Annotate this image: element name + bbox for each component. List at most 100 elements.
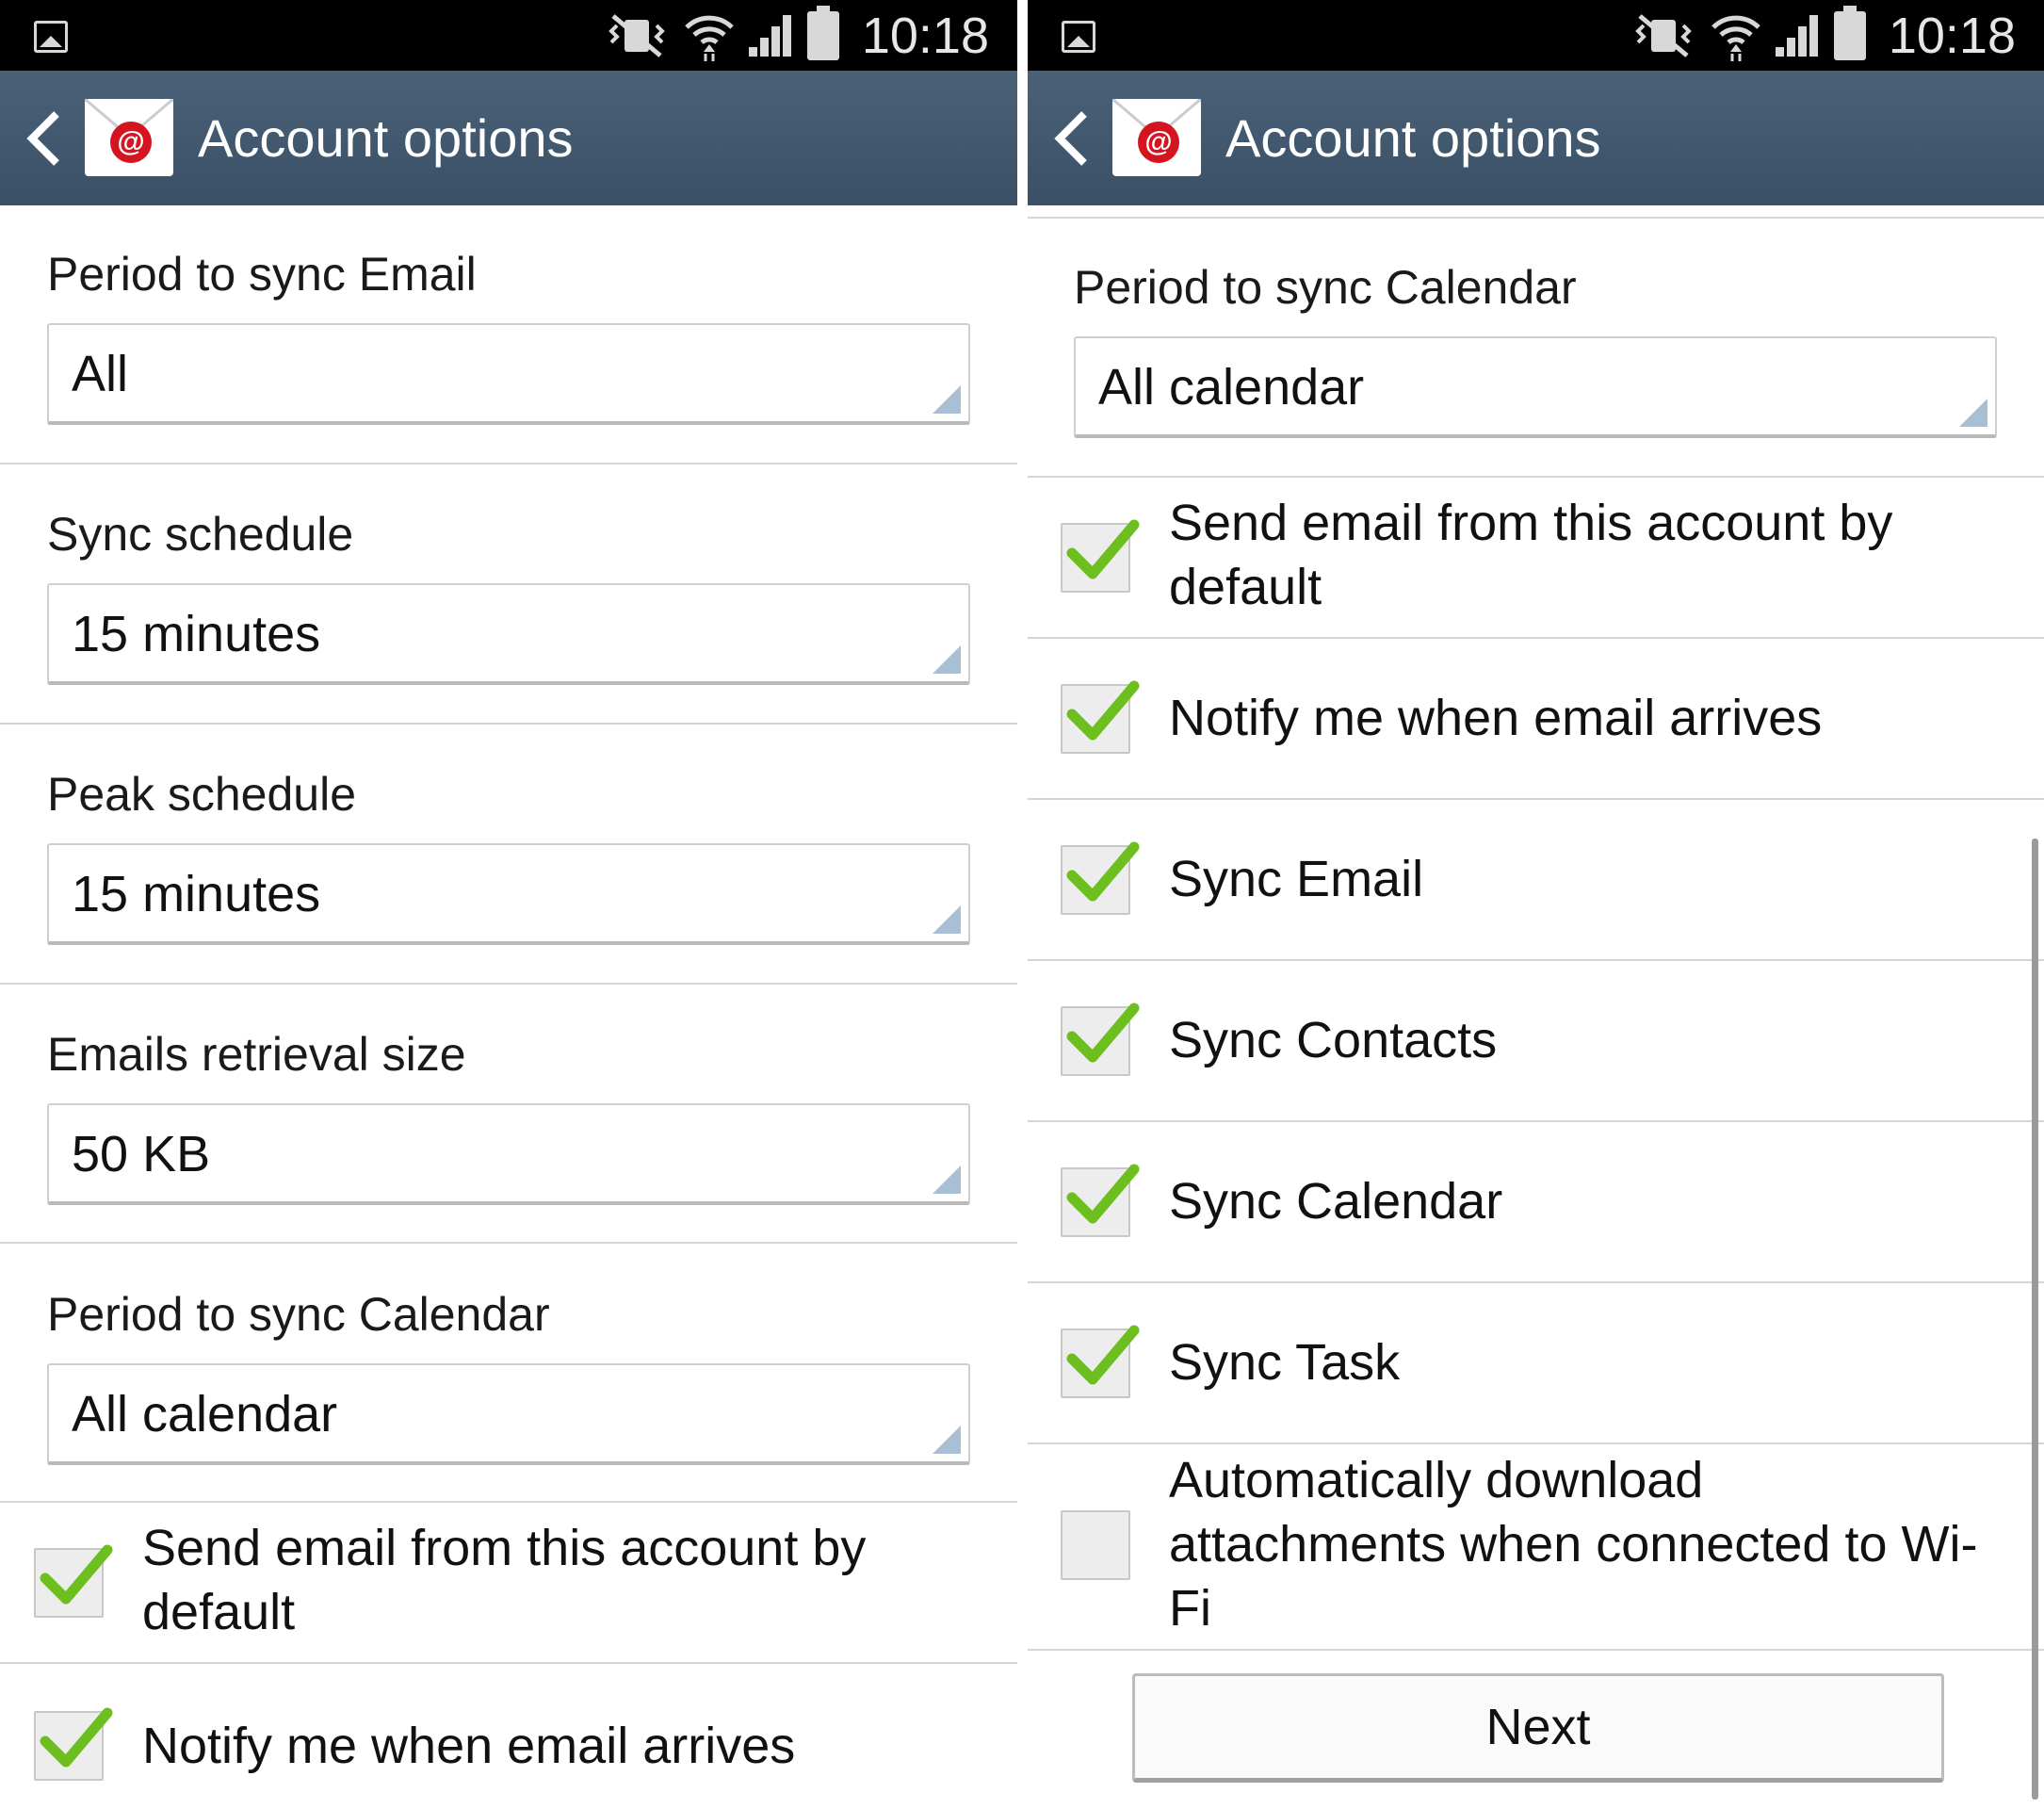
- sync-calendar-period-dropdown[interactable]: All calendar: [47, 1363, 970, 1465]
- label-line: Fi: [1169, 1580, 1211, 1637]
- email-app-icon: @: [1112, 99, 1201, 176]
- retrieval-size-label: Emails retrieval size: [47, 1028, 466, 1081]
- sync-contacts-label: Sync Contacts: [1169, 1012, 1498, 1068]
- app-header: @ Account options: [1028, 71, 2044, 205]
- sync-task-row[interactable]: Sync Task: [1028, 1283, 2044, 1443]
- checkmark-icon: [1066, 680, 1140, 741]
- status-icons: 10:18: [604, 6, 989, 64]
- send-default-row[interactable]: Send email from this account by default: [1028, 478, 2044, 638]
- back-chevron-icon[interactable]: [21, 110, 68, 167]
- dropdown-value: 15 minutes: [72, 866, 321, 922]
- sync-calendar-period-label: Period to sync Calendar: [1074, 261, 1577, 314]
- sync-schedule-dropdown[interactable]: 15 minutes: [47, 583, 970, 685]
- sync-calendar-label: Sync Calendar: [1169, 1173, 1503, 1230]
- divider: [0, 983, 1017, 985]
- send-default-row[interactable]: Send email from this account by default: [0, 1503, 1017, 1663]
- label-line: default: [142, 1584, 296, 1640]
- divider: [1028, 1649, 2044, 1651]
- label-line: default: [1169, 559, 1322, 615]
- sync-email-row[interactable]: Sync Email: [1028, 800, 2044, 960]
- vibrate-mute-icon: [1635, 14, 1692, 57]
- status-bar: 10:18: [1028, 0, 2044, 71]
- screen-right: 10:18 @ Account options Period to sync C…: [1028, 0, 2044, 1809]
- notify-label: Notify me when email arrives: [142, 1718, 796, 1774]
- back-chevron-icon[interactable]: [1048, 110, 1095, 167]
- divider: [0, 1242, 1017, 1244]
- divider: [1028, 217, 2044, 219]
- sync-email-label: Sync Email: [1169, 851, 1424, 907]
- status-bar: 10:18: [0, 0, 1017, 71]
- email-app-icon: @: [85, 99, 173, 176]
- notify-checkbox[interactable]: [1061, 680, 1140, 754]
- sync-schedule-label: Sync schedule: [47, 508, 354, 561]
- scrollbar[interactable]: [2032, 839, 2038, 1800]
- picture-notification-icon: [34, 21, 68, 53]
- auto-download-checkbox[interactable]: [1061, 1510, 1130, 1580]
- checkmark-icon: [1066, 1002, 1140, 1063]
- dropdown-value: All calendar: [72, 1386, 338, 1442]
- picture-notification-icon: [1062, 21, 1095, 53]
- peak-schedule-label: Peak schedule: [47, 768, 357, 821]
- screens: 10:18 @ Account options Period to sync E…: [0, 0, 2044, 1809]
- page-title: Account options: [198, 108, 574, 168]
- checkmark-icon: [1066, 1164, 1140, 1224]
- label-line: Send email from this account by: [1169, 495, 1893, 551]
- auto-download-label: Automatically download attachments when …: [1169, 1448, 1977, 1640]
- notify-checkbox[interactable]: [34, 1707, 113, 1781]
- notify-label: Notify me when email arrives: [1169, 690, 1823, 746]
- send-default-checkbox[interactable]: [34, 1544, 113, 1618]
- label-line: Send email from this account by: [142, 1520, 867, 1576]
- notify-row[interactable]: Notify me when email arrives: [0, 1664, 1017, 1809]
- vibrate-mute-icon: [608, 14, 665, 57]
- next-button[interactable]: Next: [1132, 1673, 1944, 1783]
- divider: [0, 723, 1017, 725]
- status-time: 10:18: [1888, 8, 2016, 64]
- sync-email-period-label: Period to sync Email: [47, 248, 477, 301]
- sync-email-checkbox[interactable]: [1061, 841, 1140, 915]
- dropdown-value: All: [72, 346, 129, 402]
- divider: [0, 463, 1017, 464]
- peak-schedule-dropdown[interactable]: 15 minutes: [47, 843, 970, 945]
- dropdown-value: All calendar: [1098, 359, 1365, 416]
- sync-task-label: Sync Task: [1169, 1334, 1401, 1391]
- checkmark-icon: [40, 1707, 113, 1768]
- wifi-icon: [685, 15, 734, 61]
- send-default-checkbox[interactable]: [1061, 519, 1140, 593]
- sync-calendar-period-label: Period to sync Calendar: [47, 1288, 550, 1341]
- sync-email-period-dropdown[interactable]: All: [47, 323, 970, 425]
- send-default-label: Send email from this account by default: [142, 1516, 866, 1644]
- checkmark-icon: [40, 1544, 113, 1605]
- battery-icon: [806, 6, 839, 60]
- sync-contacts-row[interactable]: Sync Contacts: [1028, 961, 2044, 1121]
- sync-calendar-checkbox[interactable]: [1061, 1164, 1140, 1237]
- dropdown-triangle-icon: [933, 385, 961, 414]
- page-title: Account options: [1225, 108, 1601, 168]
- signal-icon: [748, 15, 794, 57]
- sync-task-checkbox[interactable]: [1061, 1325, 1140, 1398]
- auto-download-row[interactable]: Automatically download attachments when …: [1028, 1444, 2044, 1650]
- sync-calendar-row[interactable]: Sync Calendar: [1028, 1122, 2044, 1282]
- dropdown-value: 50 KB: [72, 1126, 211, 1182]
- dropdown-value: 15 minutes: [72, 606, 321, 662]
- screen-gap: [1017, 0, 1028, 1809]
- dropdown-triangle-icon: [933, 645, 961, 674]
- label-line: Automatically download: [1169, 1452, 1704, 1508]
- status-time: 10:18: [861, 8, 989, 64]
- send-default-label: Send email from this account by default: [1169, 491, 1892, 619]
- signal-icon: [1775, 15, 1821, 57]
- at-sign-icon: @: [1138, 122, 1179, 163]
- wifi-icon: [1711, 15, 1760, 61]
- dropdown-triangle-icon: [933, 1165, 961, 1194]
- checkmark-icon: [1066, 1325, 1140, 1385]
- dropdown-triangle-icon: [933, 905, 961, 934]
- checkmark-icon: [1066, 841, 1140, 902]
- sync-contacts-checkbox[interactable]: [1061, 1002, 1140, 1076]
- battery-icon: [1833, 6, 1866, 60]
- app-header: @ Account options: [0, 71, 1017, 205]
- notify-row[interactable]: Notify me when email arrives: [1028, 639, 2044, 799]
- sync-calendar-period-dropdown[interactable]: All calendar: [1074, 336, 1997, 438]
- retrieval-size-dropdown[interactable]: 50 KB: [47, 1103, 970, 1205]
- dropdown-triangle-icon: [1959, 399, 1987, 427]
- status-icons: 10:18: [1630, 6, 2016, 64]
- screen-left: 10:18 @ Account options Period to sync E…: [0, 0, 1017, 1809]
